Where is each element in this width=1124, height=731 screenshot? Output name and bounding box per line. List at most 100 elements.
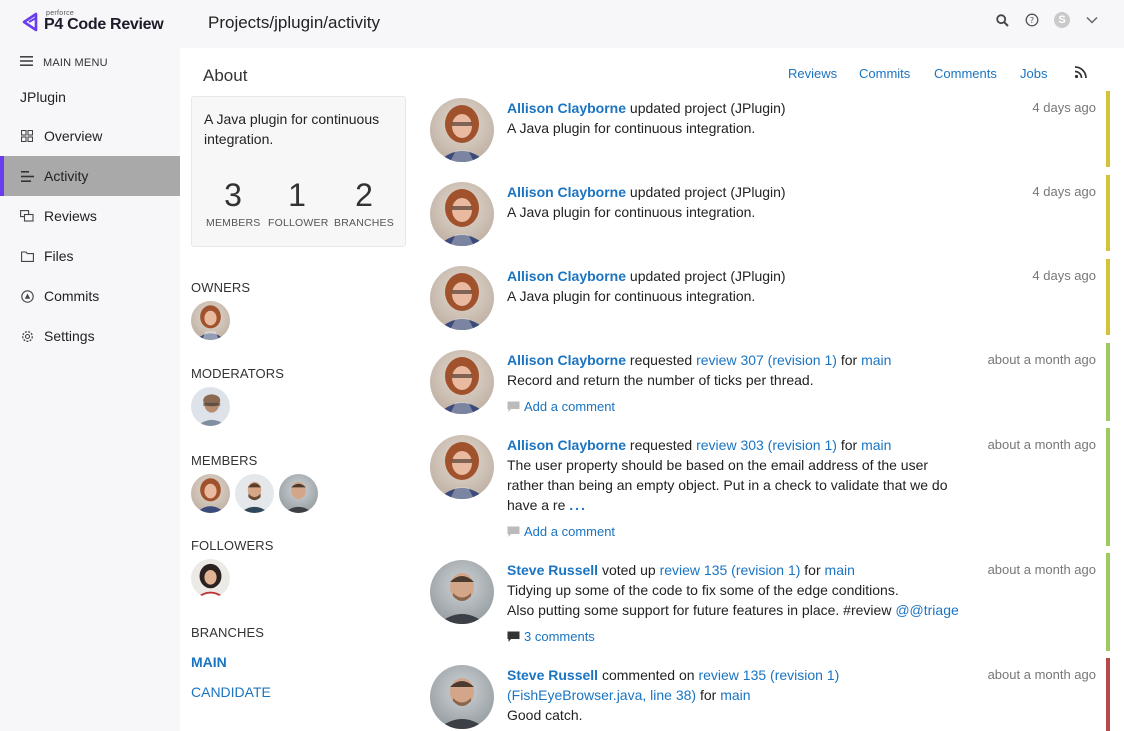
user-avatar[interactable] [430, 435, 494, 499]
action-text: requested [626, 352, 697, 368]
top-bar: perforce P4 Code Review Projects/jplugin… [0, 0, 1124, 48]
user-avatar[interactable] [430, 350, 494, 414]
tab-reviews[interactable]: Reviews [788, 66, 837, 81]
status-bar-red [1106, 658, 1110, 731]
main-menu-toggle[interactable]: MAIN MENU [20, 56, 108, 69]
member-avatar[interactable] [191, 474, 230, 513]
review-link[interactable]: review 307 (revision 1) [696, 352, 837, 368]
user-link[interactable]: Allison Clayborne [507, 268, 626, 284]
activity-item: Allison Clayborne updated project (JPlug… [430, 175, 1110, 252]
sidebar-item-overview[interactable]: Overview [0, 116, 180, 156]
for-text: for [836, 352, 862, 368]
activity-text: Record and return the number of ticks pe… [507, 372, 814, 388]
activity-text-2: Also putting some support for future fea… [507, 602, 896, 618]
rss-icon[interactable] [1074, 65, 1088, 79]
activity-item: Allison Clayborne updated project (JPlug… [430, 259, 1110, 336]
member-avatar[interactable] [279, 474, 318, 513]
project-name: JPlugin [20, 89, 66, 105]
activity-text: A Java plugin for continuous integration… [507, 120, 756, 136]
sidebar-nav: Overview Activity Reviews Files Commits [0, 116, 180, 356]
timestamp: about a month ago [987, 352, 1096, 367]
review-link[interactable]: review 303 (revision 1) [696, 437, 837, 453]
review-link[interactable]: review 135 (revision 1) [660, 562, 801, 578]
branch-link-main[interactable]: MAIN [191, 654, 227, 670]
for-text: for [696, 687, 721, 703]
tab-jobs[interactable]: Jobs [1020, 66, 1047, 81]
user-link[interactable]: Allison Clayborne [507, 184, 626, 200]
reviews-icon [20, 209, 34, 223]
activity-text: Tidying up some of the code to fix some … [507, 582, 899, 598]
user-avatar[interactable] [430, 98, 494, 162]
user-link[interactable]: Allison Clayborne [507, 100, 626, 116]
about-card: A Java plugin for continuous integration… [191, 96, 406, 247]
stat-label: BRANCHES [334, 217, 394, 229]
search-icon[interactable] [994, 12, 1010, 28]
branch-link-candidate[interactable]: CANDIDATE [191, 684, 271, 700]
status-bar-yellow [1106, 259, 1110, 335]
sidebar-item-files[interactable]: Files [0, 236, 180, 276]
activity-item: Steve Russell voted up review 135 (revis… [430, 553, 1110, 651]
stat-number: 3 [224, 177, 242, 213]
sidebar-item-label: Activity [44, 168, 89, 184]
user-avatar[interactable] [430, 665, 494, 729]
p4-logo[interactable]: perforce P4 Code Review [22, 10, 164, 33]
stat-number: 2 [355, 177, 373, 213]
hamburger-icon [20, 56, 33, 69]
branch-link[interactable]: main [861, 437, 891, 453]
timestamp: about a month ago [987, 437, 1096, 452]
add-comment-link[interactable]: Add a comment [507, 397, 977, 417]
owner-avatar[interactable] [191, 301, 230, 340]
chevron-down-icon[interactable] [1084, 12, 1100, 28]
sidebar-item-settings[interactable]: Settings [0, 316, 180, 356]
user-avatar[interactable] [430, 560, 494, 624]
followers-label: FOLLOWERS [191, 538, 274, 553]
breadcrumb: Projects/jplugin/activity [208, 13, 380, 32]
grid-icon [20, 129, 34, 143]
timestamp: about a month ago [987, 667, 1096, 682]
timestamp: 4 days ago [1032, 268, 1096, 283]
sidebar: MAIN MENU JPlugin Overview Activity Revi… [0, 48, 180, 731]
activity-text: Good catch. [507, 707, 583, 723]
tab-comments[interactable]: Comments [934, 66, 997, 81]
follower-avatar[interactable] [191, 559, 230, 598]
stat-followers[interactable]: 1 FOLLOWER [268, 177, 328, 229]
branch-link[interactable]: main [825, 562, 855, 578]
help-icon[interactable]: ? [1024, 12, 1040, 28]
mention-link[interactable]: @@triage [895, 602, 958, 618]
member-avatar[interactable] [235, 474, 274, 513]
comment-icon [507, 401, 520, 414]
activity-text: A Java plugin for continuous integration… [507, 204, 756, 220]
review-link[interactable]: review 135 (revision 1) [698, 667, 839, 683]
user-link[interactable]: Allison Clayborne [507, 352, 626, 368]
user-avatar[interactable]: S [1054, 12, 1070, 28]
expand-ellipsis[interactable]: ... [569, 497, 587, 513]
sidebar-item-reviews[interactable]: Reviews [0, 196, 180, 236]
branch-link[interactable]: main [720, 687, 750, 703]
stat-members[interactable]: 3 MEMBERS [206, 177, 260, 229]
comment-icon [507, 631, 520, 644]
comment-link-label: Add a comment [524, 399, 616, 414]
moderator-avatar[interactable] [191, 387, 230, 426]
branches-label: BRANCHES [191, 625, 265, 640]
action-text: voted up [598, 562, 660, 578]
sidebar-item-commits[interactable]: Commits [0, 276, 180, 316]
main-menu-label: MAIN MENU [43, 56, 108, 69]
stat-branches[interactable]: 2 BRANCHES [332, 177, 396, 229]
tab-commits[interactable]: Commits [859, 66, 910, 81]
user-avatar[interactable] [430, 266, 494, 330]
user-link[interactable]: Steve Russell [507, 562, 598, 578]
activity-icon [20, 169, 34, 183]
folder-icon [20, 249, 34, 263]
sidebar-item-activity[interactable]: Activity [0, 156, 180, 196]
file-link[interactable]: (FishEyeBrowser.java, line 38) [507, 687, 696, 703]
user-link[interactable]: Steve Russell [507, 667, 598, 683]
user-avatar[interactable] [430, 182, 494, 246]
sidebar-item-label: Files [44, 248, 74, 264]
action-text: updated project (JPlugin) [626, 100, 786, 116]
activity-item: Allison Clayborne updated project (JPlug… [430, 91, 1110, 168]
comments-link[interactable]: 3 comments [507, 627, 1007, 647]
add-comment-link[interactable]: Add a comment [507, 522, 967, 542]
user-link[interactable]: Allison Clayborne [507, 437, 626, 453]
branch-link[interactable]: main [861, 352, 891, 368]
activity-item: Allison Clayborne requested review 307 (… [430, 343, 1110, 430]
